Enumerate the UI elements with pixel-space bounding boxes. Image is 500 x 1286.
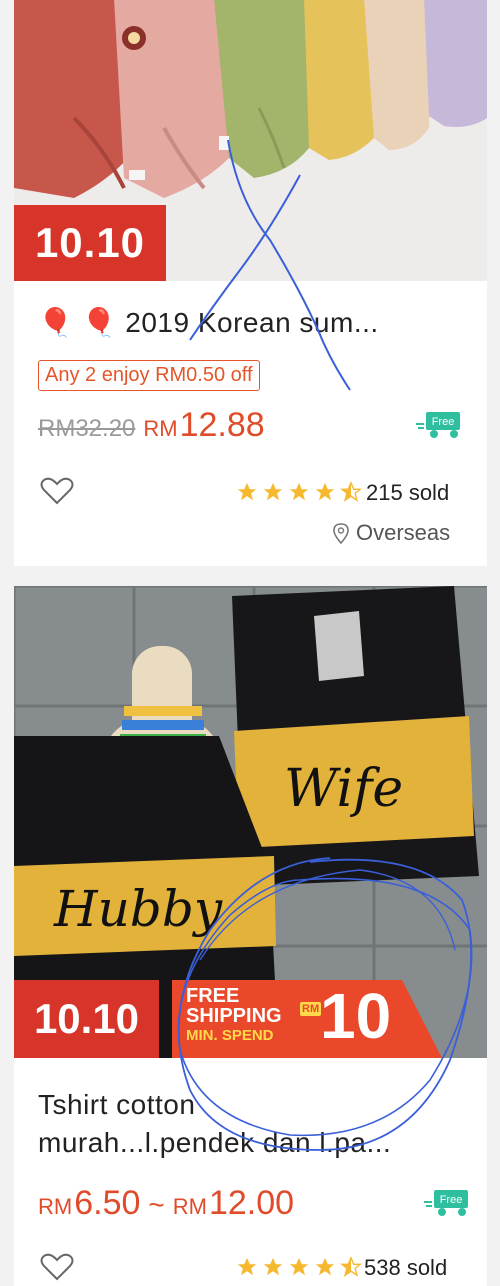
sale-badge: 10.10 bbox=[14, 205, 166, 281]
half-star-icon bbox=[340, 481, 362, 502]
hubby-print-text: Hubby bbox=[53, 880, 223, 938]
product-title[interactable]: 🎈 🎈 2019 Korean sum... bbox=[38, 306, 469, 339]
star-icon bbox=[263, 1257, 283, 1276]
product-card[interactable]: Wife Hubby 10.10 FREE SHIPPING MIN. SPEN… bbox=[14, 586, 487, 1286]
product-image[interactable]: 10.10 bbox=[14, 0, 487, 281]
price: 12.88 bbox=[179, 406, 265, 444]
heart-icon[interactable] bbox=[40, 1252, 74, 1282]
location-text: Overseas bbox=[356, 520, 451, 545]
star-icon bbox=[315, 1257, 335, 1276]
free-shipping-truck-icon: Free bbox=[416, 412, 460, 438]
free-shipping-truck-icon: Free bbox=[424, 1190, 468, 1216]
product-card[interactable]: 10.10 🎈 🎈 2019 Korean sum... Any 2 enjoy… bbox=[14, 0, 487, 566]
star-icon bbox=[315, 482, 335, 501]
star-icon bbox=[237, 482, 257, 501]
product-image[interactable]: Wife Hubby 10.10 FREE SHIPPING MIN. SPEN… bbox=[14, 586, 487, 1058]
price-separator: ~ bbox=[148, 1189, 165, 1220]
price-low: 6.50 bbox=[74, 1184, 141, 1222]
star-icon bbox=[289, 1257, 309, 1276]
price-currency: RM bbox=[143, 416, 178, 441]
star-icon bbox=[289, 482, 309, 501]
rating-stars bbox=[236, 481, 366, 503]
product-title-line1: Tshirt cotton bbox=[38, 1089, 196, 1120]
location-pin-icon bbox=[333, 523, 349, 544]
location: Overseas bbox=[332, 520, 450, 546]
price-high: 12.00 bbox=[208, 1184, 295, 1222]
price-row: RM32.20 RM 12.88 bbox=[38, 406, 265, 445]
star-icon bbox=[237, 1257, 257, 1276]
rating-stars bbox=[236, 1256, 366, 1278]
star-icon bbox=[263, 482, 283, 501]
price-row: RM 6.50 ~ RM 12.00 bbox=[38, 1184, 294, 1223]
half-star-icon bbox=[340, 1256, 362, 1277]
wife-print-text: Wife bbox=[284, 759, 403, 819]
product-title-line2: murah...l.pendek dan l.pa... bbox=[38, 1127, 392, 1158]
free-label: Free bbox=[432, 416, 455, 428]
free-shipping-currency: RM bbox=[300, 1002, 322, 1016]
heart-icon[interactable] bbox=[40, 476, 74, 506]
free-shipping-line1: FREE bbox=[186, 985, 240, 1007]
sold-count: 215 sold bbox=[366, 480, 450, 505]
free-shipping-line2: SHIPPING bbox=[186, 1005, 282, 1027]
free-label: Free bbox=[440, 1194, 463, 1206]
price-currency: RM bbox=[172, 1194, 207, 1219]
free-shipping-line3: MIN. SPEND bbox=[186, 1027, 274, 1044]
free-shipping-amount: 10 bbox=[320, 980, 392, 1052]
original-price: RM32.20 bbox=[38, 415, 136, 442]
product-title[interactable]: Tshirt cotton murah...l.pendek dan l.pa.… bbox=[38, 1086, 469, 1162]
promo-tag: Any 2 enjoy RM0.50 off bbox=[38, 360, 260, 391]
sold-count: 538 sold bbox=[364, 1255, 448, 1280]
price-currency: RM bbox=[38, 1194, 73, 1219]
sale-badge: 10.10 bbox=[14, 980, 159, 1058]
